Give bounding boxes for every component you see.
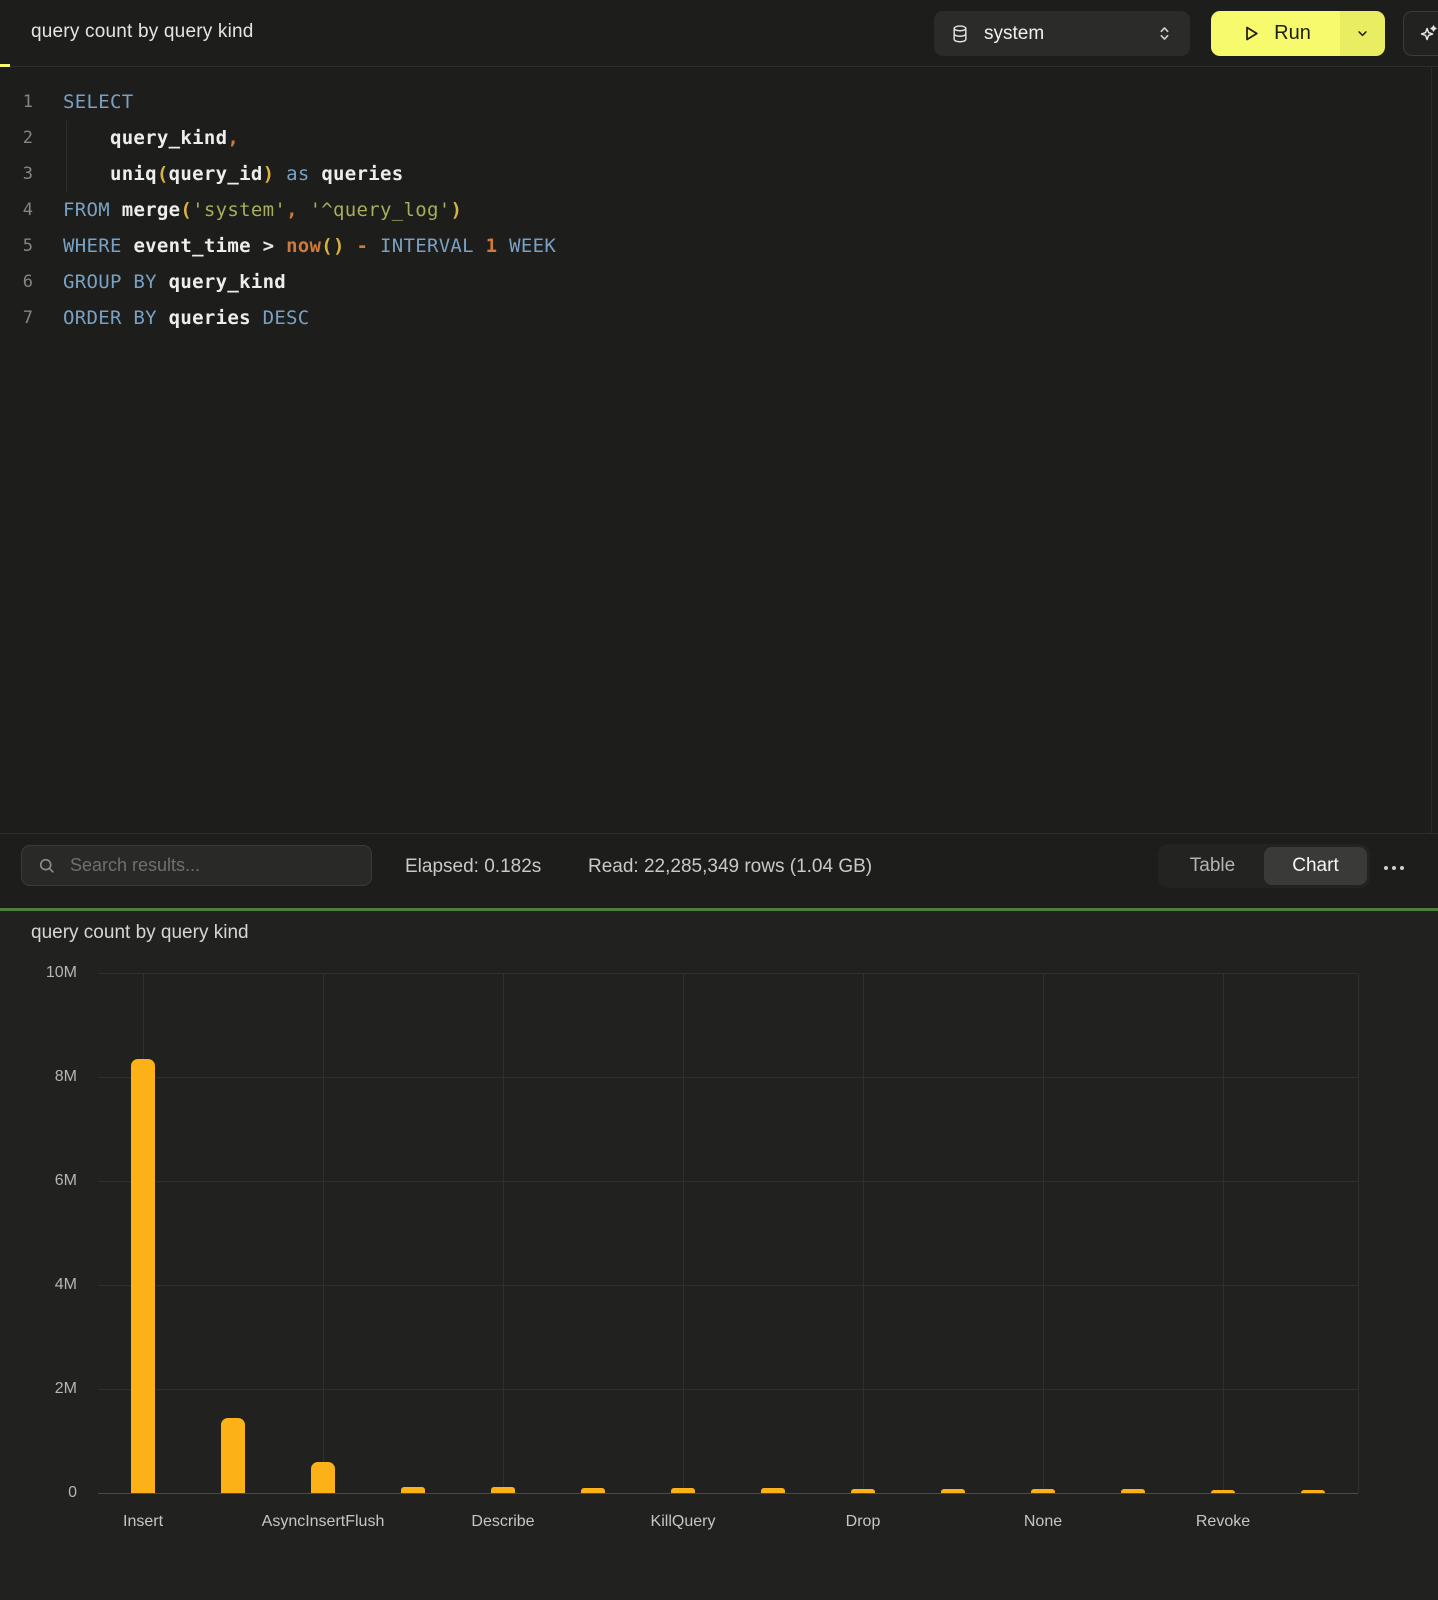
run-split-button: Run: [1211, 11, 1385, 56]
chart-bar-KillQuery[interactable]: [671, 1488, 695, 1493]
y-gridline: [98, 1181, 1358, 1182]
code-text: ORDER BY queries DESC: [46, 307, 310, 329]
bar-chart: 0 2M 4M 6M 8M 10M Insert AsyncInsertFlush Descri…: [0, 911, 1438, 1600]
search-results-input[interactable]: [68, 854, 356, 877]
code-line[interactable]: 1SELECT: [0, 84, 1432, 120]
ellipsis-icon: [1384, 866, 1388, 870]
sql-console: query count by query kind system: [0, 0, 1438, 1600]
line-number: 1: [0, 92, 46, 112]
chart-bar-unlabeled-14[interactable]: [1301, 1490, 1325, 1493]
y-gridline: [98, 1077, 1358, 1078]
read-stat: Read: 22,285,349 rows (1.04 GB): [588, 856, 872, 878]
elapsed-stat: Elapsed: 0.182s: [405, 856, 541, 878]
chart-bar-Revoke[interactable]: [1211, 1490, 1235, 1493]
code-line[interactable]: 6GROUP BY query_kind: [0, 264, 1432, 300]
y-axis-tick-label: 10M: [17, 964, 77, 982]
play-icon: [1240, 23, 1261, 44]
chart-bar-unlabeled-10[interactable]: [941, 1489, 965, 1493]
chart-bar-unlabeled-4[interactable]: [401, 1487, 425, 1493]
x-axis-category-label: Describe: [471, 1513, 534, 1531]
line-number: 4: [0, 200, 46, 220]
chart-bar-unlabeled-6[interactable]: [581, 1488, 605, 1493]
y-axis-tick-label: 8M: [17, 1068, 77, 1086]
database-selector-value: system: [984, 23, 1044, 45]
query-tab-title: query count by query kind: [31, 21, 254, 43]
code-text: WHERE event_time > now() - INTERVAL 1 WE…: [46, 235, 556, 257]
code-text: GROUP BY query_kind: [46, 271, 286, 293]
x-axis-category-label: Insert: [123, 1513, 163, 1531]
ai-assist-button[interactable]: [1403, 11, 1438, 56]
view-toggle: Table Chart: [1158, 844, 1370, 888]
x-axis-category-label: None: [1024, 1513, 1062, 1531]
line-number: 7: [0, 308, 46, 328]
x-axis-category-label: Revoke: [1196, 1513, 1250, 1531]
tab-table[interactable]: Table: [1161, 847, 1264, 885]
results-toolbar: Elapsed: 0.182s Read: 22,285,349 rows (1…: [0, 833, 1438, 908]
sparkles-icon: [1417, 23, 1438, 45]
database-icon: [950, 24, 970, 44]
chart-bar-AsyncInsertFlush[interactable]: [311, 1462, 335, 1493]
line-number: 2: [0, 128, 46, 148]
search-icon: [37, 856, 56, 875]
chart-bar-Drop[interactable]: [851, 1489, 875, 1493]
code-text: uniq(query_id) as queries: [46, 163, 404, 185]
x-gridline: [1358, 973, 1359, 1493]
y-axis-tick-label: 2M: [17, 1380, 77, 1398]
run-button-label: Run: [1274, 22, 1311, 45]
chevron-updown-icon: [1155, 24, 1174, 43]
code-line[interactable]: 3 uniq(query_id) as queries: [0, 156, 1432, 192]
code-text: query_kind,: [46, 127, 239, 149]
chart-bar-Insert[interactable]: [131, 1059, 155, 1493]
line-number: 5: [0, 236, 46, 256]
y-gridline: [98, 1285, 1358, 1286]
x-gridline: [1043, 973, 1044, 1493]
chart-bar-unlabeled-2[interactable]: [221, 1418, 245, 1493]
y-axis-tick-label: 0: [17, 1484, 77, 1502]
x-gridline: [863, 973, 864, 1493]
run-button[interactable]: Run: [1211, 11, 1340, 56]
x-axis-category-label: Drop: [846, 1513, 881, 1531]
chart-bar-unlabeled-12[interactable]: [1121, 1489, 1145, 1493]
line-number: 3: [0, 164, 46, 184]
code-line[interactable]: 4FROM merge('system', '^query_log'): [0, 192, 1432, 228]
y-gridline: [98, 973, 1358, 974]
x-axis-category-label: KillQuery: [651, 1513, 716, 1531]
x-gridline: [1223, 973, 1224, 1493]
editor-scrollbar-track[interactable]: [1431, 67, 1432, 833]
search-results-box: [21, 845, 372, 886]
x-gridline: [323, 973, 324, 1493]
code-text: SELECT: [46, 91, 133, 113]
chart-bar-None[interactable]: [1031, 1489, 1055, 1493]
sql-editor[interactable]: 1SELECT2 query_kind,3 uniq(query_id) as …: [0, 67, 1432, 833]
code-line[interactable]: 2 query_kind,: [0, 120, 1432, 156]
active-tab-accent: [0, 64, 10, 67]
y-gridline: [98, 1389, 1358, 1390]
x-axis-line: [98, 1493, 1358, 1494]
chart-bar-unlabeled-8[interactable]: [761, 1488, 785, 1493]
code-line[interactable]: 5WHERE event_time > now() - INTERVAL 1 W…: [0, 228, 1432, 264]
tab-chart[interactable]: Chart: [1264, 847, 1367, 885]
run-options-button[interactable]: [1340, 11, 1385, 56]
chart-panel: query count by query kind 02M4M6M8M10MIn…: [0, 911, 1438, 1600]
database-selector[interactable]: system: [934, 11, 1190, 56]
chart-bar-Describe[interactable]: [491, 1487, 515, 1493]
y-axis-tick-label: 6M: [17, 1172, 77, 1190]
chevron-down-icon: [1355, 26, 1370, 41]
indent-guide: [66, 121, 67, 192]
y-axis-tick-label: 4M: [17, 1276, 77, 1294]
code-text: FROM merge('system', '^query_log'): [46, 199, 462, 221]
line-number: 6: [0, 272, 46, 292]
top-bar: query count by query kind system: [0, 0, 1438, 67]
x-gridline: [683, 973, 684, 1493]
code-line[interactable]: 7ORDER BY queries DESC: [0, 300, 1432, 336]
x-gridline: [503, 973, 504, 1493]
x-axis-category-label: AsyncInsertFlush: [262, 1513, 385, 1531]
more-options-button[interactable]: [1378, 860, 1410, 876]
